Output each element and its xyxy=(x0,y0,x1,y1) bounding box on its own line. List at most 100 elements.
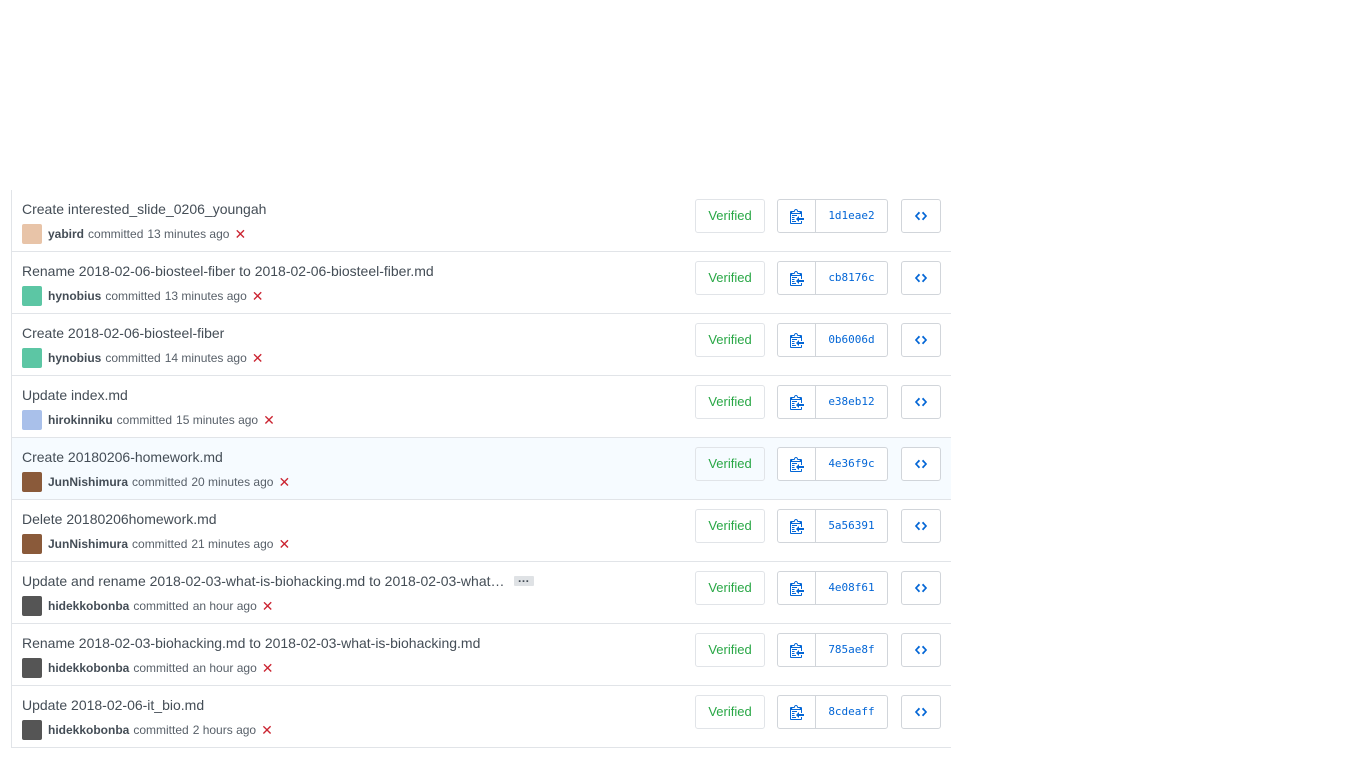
commit-title-link[interactable]: Rename 2018-02-03-biohacking.md to 2018-… xyxy=(22,635,480,651)
verified-badge[interactable]: Verified xyxy=(695,447,765,481)
commit-title-link[interactable]: Update index.md xyxy=(22,387,128,403)
commit-row: Create interested_slide_0206_youngah yab… xyxy=(12,190,951,251)
copy-sha-button[interactable] xyxy=(778,572,816,604)
author-avatar[interactable] xyxy=(22,224,42,244)
ci-status-failed-icon[interactable]: ✕ xyxy=(262,660,274,677)
commit-row: Create 20180206-homework.md JunNishimura… xyxy=(12,437,951,499)
commit-sha-link[interactable]: 4e08f61 xyxy=(816,572,887,604)
clippy-icon xyxy=(789,519,804,534)
verified-badge[interactable]: Verified xyxy=(695,323,765,357)
commit-title-link[interactable]: Create interested_slide_0206_youngah xyxy=(22,201,266,217)
commit-sha-link[interactable]: 0b6006d xyxy=(816,324,887,356)
verified-badge[interactable]: Verified xyxy=(695,261,765,295)
commit-row: Rename 2018-02-03-biohacking.md to 2018-… xyxy=(12,623,951,685)
verified-badge[interactable]: Verified xyxy=(695,509,765,543)
copy-sha-button[interactable] xyxy=(778,324,816,356)
verified-badge[interactable]: Verified xyxy=(695,385,765,419)
code-icon xyxy=(914,273,928,283)
ci-status-failed-icon[interactable]: ✕ xyxy=(252,350,264,367)
ci-status-failed-icon[interactable]: ✕ xyxy=(252,288,264,305)
author-avatar[interactable] xyxy=(22,596,42,616)
copy-sha-button[interactable] xyxy=(778,262,816,294)
commit-meta: hidekkobonba committed an hour ago ✕ xyxy=(22,596,274,616)
verified-badge[interactable]: Verified xyxy=(695,199,765,233)
commit-title-link[interactable]: Update and rename 2018-02-03-what-is-bio… xyxy=(22,573,505,589)
code-icon xyxy=(914,645,928,655)
sha-button-group: 1d1eae2 xyxy=(777,199,888,233)
ci-status-failed-icon[interactable]: ✕ xyxy=(263,412,275,429)
commit-title-link[interactable]: Delete 20180206homework.md xyxy=(22,511,217,527)
author-avatar[interactable] xyxy=(22,286,42,306)
commit-title-link[interactable]: Create 20180206-homework.md xyxy=(22,449,223,465)
ci-status-failed-icon[interactable]: ✕ xyxy=(278,536,290,553)
clippy-icon xyxy=(789,705,804,720)
sha-button-group: 5a56391 xyxy=(777,509,888,543)
browse-repo-button[interactable] xyxy=(901,509,941,543)
commit-title-link[interactable]: Rename 2018-02-06-biosteel-fiber to 2018… xyxy=(22,263,434,279)
browse-repo-button[interactable] xyxy=(901,571,941,605)
author-name[interactable]: hynobius xyxy=(48,351,101,365)
author-name[interactable]: hidekkobonba xyxy=(48,661,129,675)
author-name[interactable]: JunNishimura xyxy=(48,537,128,551)
commit-title-link[interactable]: Update 2018-02-06-it_bio.md xyxy=(22,697,204,713)
commit-meta: yabird committed 13 minutes ago ✕ xyxy=(22,224,246,244)
browse-repo-button[interactable] xyxy=(901,385,941,419)
copy-sha-button[interactable] xyxy=(778,448,816,480)
commit-title-link[interactable]: Create 2018-02-06-biosteel-fiber xyxy=(22,325,224,341)
committed-label: committed xyxy=(133,599,189,613)
author-name[interactable]: hidekkobonba xyxy=(48,723,129,737)
author-avatar[interactable] xyxy=(22,348,42,368)
commit-sha-link[interactable]: cb8176c xyxy=(816,262,887,294)
ci-status-failed-icon[interactable]: ✕ xyxy=(234,226,246,243)
browse-repo-button[interactable] xyxy=(901,447,941,481)
sha-button-group: 0b6006d xyxy=(777,323,888,357)
author-avatar[interactable] xyxy=(22,410,42,430)
copy-sha-button[interactable] xyxy=(778,696,816,728)
code-icon xyxy=(914,459,928,469)
committed-label: committed xyxy=(88,227,144,241)
browse-repo-button[interactable] xyxy=(901,695,941,729)
author-avatar[interactable] xyxy=(22,534,42,554)
browse-repo-button[interactable] xyxy=(901,323,941,357)
copy-sha-button[interactable] xyxy=(778,634,816,666)
code-icon xyxy=(914,335,928,345)
commit-meta: hynobius committed 13 minutes ago ✕ xyxy=(22,286,264,306)
commit-meta: JunNishimura committed 20 minutes ago ✕ xyxy=(22,472,290,492)
commit-row: Update index.md hirokinniku committed 15… xyxy=(12,375,951,437)
copy-sha-button[interactable] xyxy=(778,510,816,542)
author-name[interactable]: hidekkobonba xyxy=(48,599,129,613)
commit-row: Create 2018-02-06-biosteel-fiber hynobiu… xyxy=(12,313,951,375)
verified-badge[interactable]: Verified xyxy=(695,571,765,605)
expand-message-button[interactable]: … xyxy=(513,572,534,586)
verified-badge[interactable]: Verified xyxy=(695,695,765,729)
author-avatar[interactable] xyxy=(22,472,42,492)
commit-sha-link[interactable]: 4e36f9c xyxy=(816,448,887,480)
ci-status-failed-icon[interactable]: ✕ xyxy=(261,722,273,739)
commit-sha-link[interactable]: 8cdeaff xyxy=(816,696,887,728)
author-name[interactable]: hirokinniku xyxy=(48,413,113,427)
browse-repo-button[interactable] xyxy=(901,633,941,667)
verified-badge[interactable]: Verified xyxy=(695,633,765,667)
author-name[interactable]: yabird xyxy=(48,227,84,241)
commit-time: an hour ago xyxy=(192,661,257,675)
commit-sha-link[interactable]: e38eb12 xyxy=(816,386,887,418)
commit-row: Update 2018-02-06-it_bio.md hidekkobonba… xyxy=(12,685,951,747)
author-name[interactable]: JunNishimura xyxy=(48,475,128,489)
author-avatar[interactable] xyxy=(22,720,42,740)
copy-sha-button[interactable] xyxy=(778,386,816,418)
commit-meta: hirokinniku committed 15 minutes ago ✕ xyxy=(22,410,275,430)
ci-status-failed-icon[interactable]: ✕ xyxy=(262,598,274,615)
committed-label: committed xyxy=(133,723,189,737)
commit-sha-link[interactable]: 5a56391 xyxy=(816,510,887,542)
commit-sha-link[interactable]: 1d1eae2 xyxy=(816,200,887,232)
author-avatar[interactable] xyxy=(22,658,42,678)
browse-repo-button[interactable] xyxy=(901,261,941,295)
commit-time: an hour ago xyxy=(192,599,257,613)
browse-repo-button[interactable] xyxy=(901,199,941,233)
commit-meta: JunNishimura committed 21 minutes ago ✕ xyxy=(22,534,290,554)
commit-sha-link[interactable]: 785ae8f xyxy=(816,634,887,666)
ci-status-failed-icon[interactable]: ✕ xyxy=(278,474,290,491)
copy-sha-button[interactable] xyxy=(778,200,816,232)
committed-label: committed xyxy=(116,413,173,427)
author-name[interactable]: hynobius xyxy=(48,289,101,303)
